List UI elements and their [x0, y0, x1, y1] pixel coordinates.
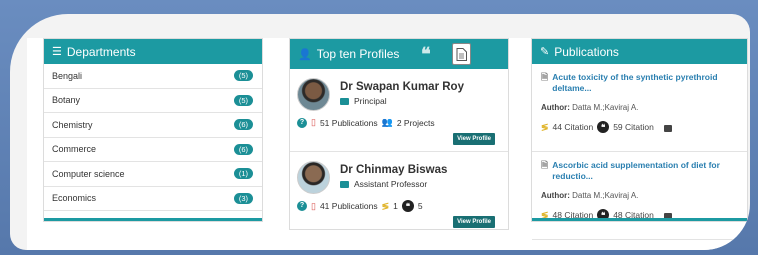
profile-card: Dr Swapan Kumar Roy Principal ? ▯ 51 Pub…	[290, 69, 508, 152]
citation-count: 59 Citation	[613, 122, 654, 132]
departments-list: Bengali (5) Botany (5) Chemistry (6) Com…	[44, 64, 262, 211]
question-icon: ?	[297, 201, 307, 211]
role-text: Assistant Professor	[354, 179, 428, 189]
citation-count: 44 Citation	[552, 122, 594, 132]
profiles-title: Top ten Profiles	[316, 47, 400, 61]
department-count-badge: (6)	[233, 119, 253, 131]
department-item-botany[interactable]: Botany (5)	[44, 89, 262, 113]
department-item-commerce[interactable]: Commerce (6)	[44, 138, 262, 162]
publication-author: Author: Datta M.;Kaviraj A.	[541, 191, 738, 200]
department-name: Chemistry	[52, 119, 93, 130]
profiles-panel: 👤 Top ten Profiles ❝ Dr Swapan Kumar Roy…	[289, 38, 509, 230]
profile-name[interactable]: Dr Chinmay Biswas	[340, 164, 447, 176]
profile-stats: ? ▯ 51 Publications 👥 2 Projects	[297, 117, 435, 128]
publication-title-text[interactable]: Acute toxicity of the synthetic pyrethro…	[552, 72, 738, 94]
group-icon: 👥	[381, 117, 393, 127]
quote-icon[interactable]: ❝	[421, 44, 431, 65]
quote-count: 5	[417, 201, 423, 211]
briefcase-icon	[340, 97, 349, 105]
avatar[interactable]	[297, 161, 330, 194]
researchgate-icon: ≶	[381, 200, 390, 211]
department-count-badge: (5)	[233, 94, 253, 106]
document-icon: 🗎	[541, 72, 549, 82]
scroll-edge	[532, 218, 747, 221]
quote-circle-icon: ❝	[401, 200, 414, 212]
scroll-edge	[44, 218, 262, 221]
publication-item: 🗎 Acute toxicity of the synthetic pyreth…	[532, 64, 747, 152]
department-item-economics[interactable]: Economics (3)	[44, 187, 262, 211]
question-icon: ?	[297, 117, 307, 128]
author-names: Datta M.;Kaviraj A.	[572, 191, 639, 200]
author-label: Author:	[541, 191, 570, 200]
departments-header: ☰ Departments	[44, 39, 262, 64]
rg-count: 1	[393, 201, 398, 211]
user-icon: 👤	[298, 48, 312, 61]
publication-title[interactable]: 🗎 Ascorbic acid supplementation of diet …	[541, 160, 738, 182]
publications-title: Publications	[554, 44, 619, 59]
lock-icon	[663, 124, 672, 132]
content-area: ☰ Departments Bengali (5) Botany (5) Che…	[10, 14, 750, 250]
department-name: Bengali	[52, 70, 83, 81]
pdf-icon: ▯	[311, 200, 316, 211]
profile-card: Dr Chinmay Biswas Assistant Professor ? …	[290, 152, 508, 229]
department-item-bengali[interactable]: Bengali (5)	[44, 64, 262, 89]
publications-panel: ✎ Publications 🗎 Acute toxicity of the s…	[531, 38, 748, 240]
department-count-badge: (1)	[233, 168, 253, 180]
briefcase-icon	[340, 180, 349, 188]
profile-role: Assistant Professor	[340, 179, 427, 189]
list-icon: ☰	[52, 46, 62, 58]
department-name: Commerce	[52, 144, 97, 155]
publication-author: Author: Datta M.;Kaviraj A.	[541, 103, 738, 112]
profile-role: Principal	[340, 96, 387, 106]
view-profile-button[interactable]: View Profile	[453, 216, 495, 228]
profile-name[interactable]: Dr Swapan Kumar Roy	[340, 81, 464, 93]
author-label: Author:	[541, 103, 570, 112]
publication-title-text[interactable]: Ascorbic acid supplementation of diet fo…	[552, 160, 738, 182]
profiles-header: 👤 Top ten Profiles ❝	[290, 39, 508, 69]
panels-row: ☰ Departments Bengali (5) Botany (5) Che…	[27, 38, 748, 250]
departments-title: Departments	[66, 44, 136, 59]
avatar[interactable]	[297, 78, 330, 111]
profile-stats: ? ▯ 41 Publications ≶ 1 ❝ 5	[297, 200, 423, 212]
projects-count: 2 Projects	[396, 117, 435, 128]
publications-header: ✎ Publications	[532, 39, 747, 64]
publication-item: 🗎 Ascorbic acid supplementation of diet …	[532, 152, 747, 240]
department-item-chemistry[interactable]: Chemistry (6)	[44, 113, 262, 138]
quote-circle-icon: ❝	[597, 121, 610, 133]
department-item-computer-science[interactable]: Computer science (1)	[44, 162, 262, 187]
view-profile-button[interactable]: View Profile	[453, 133, 495, 145]
scholar-icon: ≶	[541, 121, 549, 132]
edit-icon: ✎	[540, 46, 550, 58]
departments-panel: ☰ Departments Bengali (5) Botany (5) Che…	[43, 38, 263, 222]
department-count-badge: (6)	[233, 143, 253, 155]
pdf-icon: ▯	[311, 117, 316, 127]
publication-citations: ≶ 44 Citation ❝ 59 Citation	[541, 121, 738, 133]
publications-count: 41 Publications	[319, 201, 378, 211]
publication-title[interactable]: 🗎 Acute toxicity of the synthetic pyreth…	[541, 72, 738, 94]
department-count-badge: (3)	[233, 192, 253, 204]
department-count-badge: (5)	[233, 70, 253, 82]
document-icon[interactable]	[452, 43, 471, 65]
author-names: Datta M.;Kaviraj A.	[572, 103, 639, 112]
publications-count: 51 Publications	[319, 117, 378, 128]
department-name: Economics	[52, 193, 97, 204]
role-text: Principal	[354, 96, 387, 106]
document-icon: 🗎	[541, 160, 549, 170]
department-name: Botany	[52, 95, 81, 106]
department-name: Computer science	[52, 168, 125, 179]
